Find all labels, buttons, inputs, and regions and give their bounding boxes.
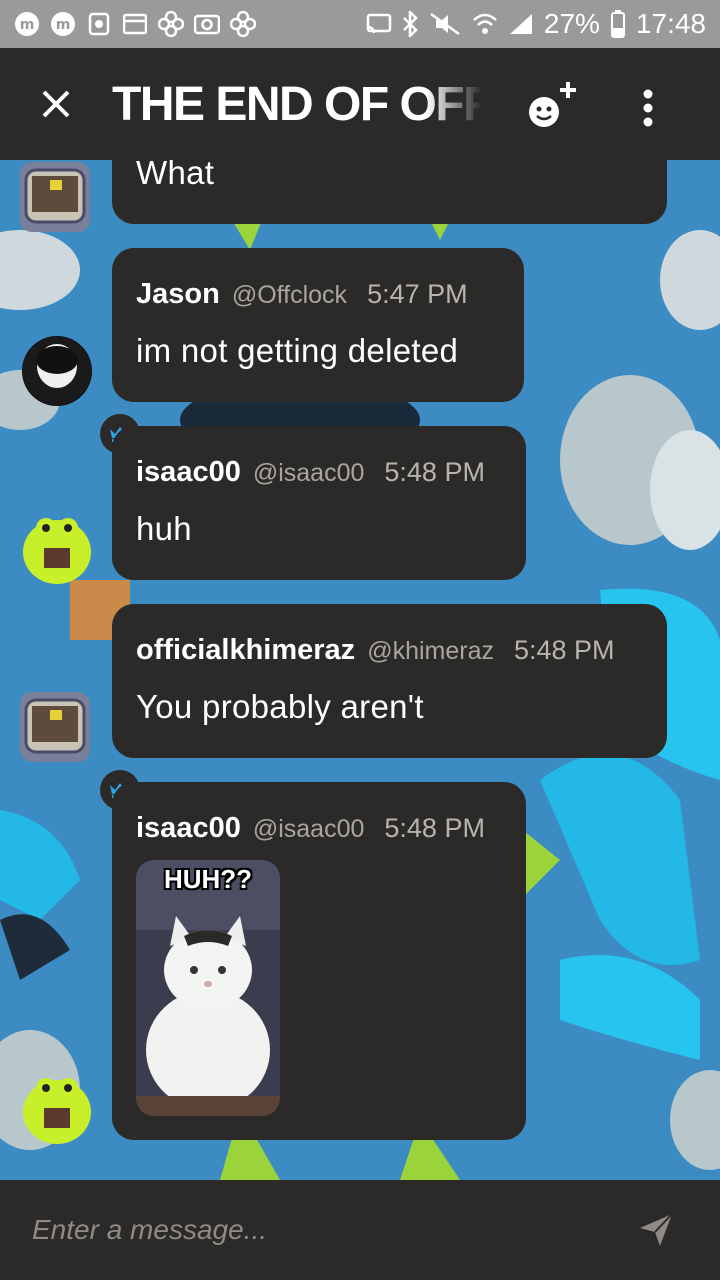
wifi-icon	[472, 12, 498, 36]
app-notification-icon: m	[50, 11, 76, 37]
calendar-icon	[122, 11, 148, 37]
close-icon	[42, 90, 70, 118]
pinwheel-icon	[158, 11, 184, 37]
notification-icons: m m	[14, 11, 366, 37]
message-header: Jason @Offclock 5:47 PM	[136, 278, 468, 311]
close-button[interactable]	[0, 48, 112, 160]
status-bar: m m 27% 17:48	[0, 0, 720, 48]
message-bubble: isaac00 @isaac00 5:48 PM huh	[112, 426, 526, 580]
recycle-icon	[86, 11, 112, 37]
message-image[interactable]: HUH??	[136, 860, 280, 1116]
message-header: isaac00 @isaac00 5:48 PM	[136, 456, 485, 489]
message-header: officialkhimeraz @khimeraz 5:48 PM	[136, 634, 615, 667]
message-bubble: isaac00 @isaac00 5:48 PM HUH??	[112, 782, 526, 1140]
avatar-isaac00[interactable]	[18, 1070, 96, 1148]
add-member-icon	[529, 82, 576, 127]
avatar-jason[interactable]	[22, 336, 92, 406]
camera-icon	[194, 11, 220, 37]
message-text: huh	[136, 510, 192, 547]
message-time: 5:48 PM	[384, 813, 485, 843]
add-member-button[interactable]	[522, 78, 582, 138]
message-text: You probably aren't	[136, 688, 424, 725]
message-time: 5:48 PM	[513, 635, 615, 665]
svg-text:m: m	[56, 17, 71, 33]
message-handle: @isaac00	[252, 815, 365, 843]
message-handle: @khimeraz	[367, 637, 494, 665]
mute-icon	[428, 12, 462, 36]
battery-icon	[610, 10, 626, 38]
message-time: 5:48 PM	[384, 457, 485, 487]
avatar-officialkhimeraz[interactable]	[20, 692, 90, 762]
avatar-officialkhimeraz[interactable]	[20, 162, 90, 232]
message-bubble: What	[112, 130, 667, 224]
message-time: 5:47 PM	[367, 279, 468, 309]
signal-icon	[508, 12, 534, 36]
message-composer	[0, 1180, 720, 1280]
cast-icon	[366, 13, 392, 35]
status-time: 17:48	[635, 8, 706, 39]
message-bubble: officialkhimeraz @khimeraz 5:48 PM You p…	[112, 604, 667, 758]
message-text: What	[136, 154, 215, 191]
send-icon	[640, 1213, 673, 1246]
message-text: im not getting deleted	[136, 332, 459, 369]
message-username[interactable]: isaac00	[136, 812, 241, 845]
system-icons: 27% 17:48	[366, 8, 706, 40]
more-vert-icon	[643, 89, 653, 127]
bluetooth-icon	[402, 11, 418, 37]
pinwheel-icon	[230, 11, 256, 37]
message-header: isaac00 @isaac00 5:48 PM	[136, 812, 485, 845]
message-bubble: Jason @Offclock 5:47 PM im not getting d…	[112, 248, 524, 402]
cat-image	[136, 860, 280, 1116]
avatar-isaac00[interactable]	[18, 510, 96, 588]
battery-percent: 27%	[543, 8, 600, 39]
message-username[interactable]: isaac00	[136, 456, 241, 489]
message-username[interactable]: Jason	[136, 278, 220, 311]
svg-text:m: m	[20, 17, 35, 33]
image-caption: HUH??	[163, 864, 253, 894]
app-notification-icon: m	[14, 11, 40, 37]
message-username[interactable]: officialkhimeraz	[136, 634, 355, 667]
send-button[interactable]	[638, 1212, 674, 1248]
message-input[interactable]	[32, 1214, 688, 1246]
message-handle: @isaac00	[252, 459, 365, 487]
overflow-menu-button[interactable]	[628, 78, 668, 138]
message-handle: @Offclock	[231, 281, 348, 309]
chat-title: THE END OF OFF	[112, 77, 482, 131]
